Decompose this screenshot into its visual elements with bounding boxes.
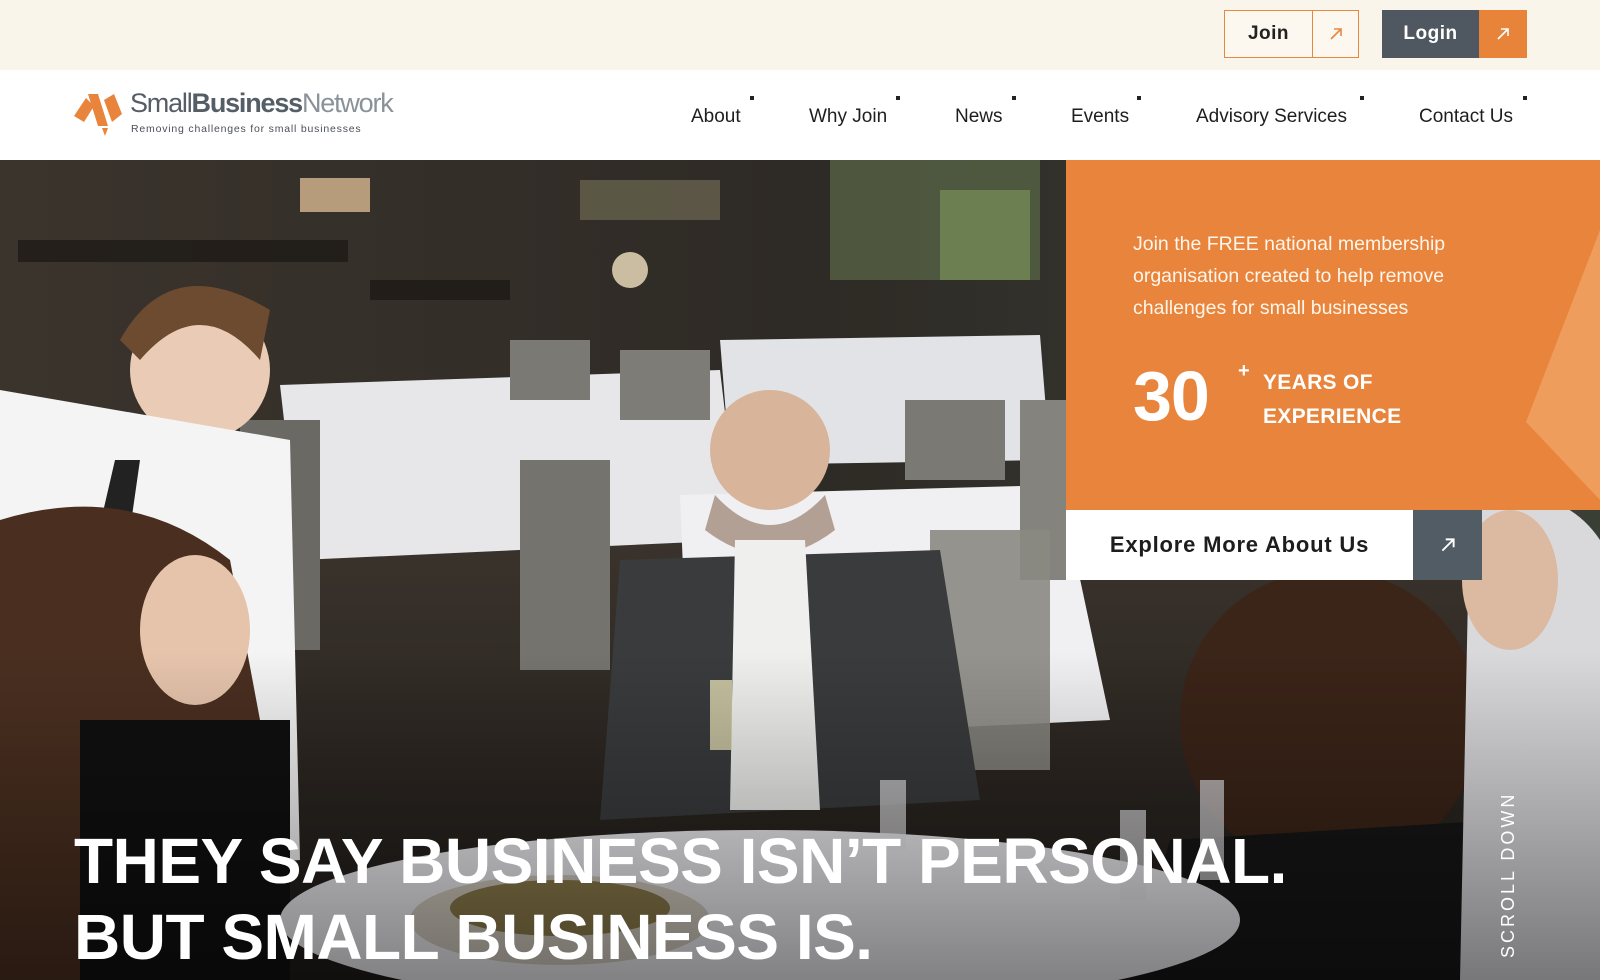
hero-section: Join the FREE national membership organi… xyxy=(0,160,1600,980)
nav-dot xyxy=(1523,96,1527,100)
arrow-up-right-icon xyxy=(1479,10,1527,58)
hero-headline-line1: THEY SAY BUSINESS ISN’T PERSONAL. xyxy=(74,825,1287,897)
nav-item-contact-us[interactable]: Contact Us xyxy=(1419,106,1513,128)
logo-word-small: Small xyxy=(130,88,193,118)
nav-dot xyxy=(896,96,900,100)
nav-dot xyxy=(1360,96,1364,100)
logo-wordmark: SmallBusinessNetwork xyxy=(130,88,394,119)
explore-more-label: Explore More About Us xyxy=(1066,510,1413,580)
membership-panel: Join the FREE national membership organi… xyxy=(1066,160,1600,510)
arrow-up-right-icon xyxy=(1312,11,1358,57)
join-button-label: Join xyxy=(1247,23,1290,44)
logo-tagline: Removing challenges for small businesses xyxy=(131,123,362,135)
logo-word-business: Business xyxy=(191,88,304,118)
hero-headline: THEY SAY BUSINESS ISN’T PERSONAL. BUT SM… xyxy=(74,823,1287,975)
nav-item-about[interactable]: About xyxy=(691,106,741,128)
membership-description: Join the FREE national membership organi… xyxy=(1133,233,1446,319)
top-utility-bar: Join Login xyxy=(0,0,1600,70)
join-button[interactable]: Join xyxy=(1224,10,1359,58)
stat-number: 30 xyxy=(1133,357,1210,435)
nav-dot xyxy=(750,96,754,100)
hero-headline-line2: BUT SMALL BUSINESS IS. xyxy=(74,901,873,973)
nav-item-news[interactable]: News xyxy=(955,106,1003,128)
login-button-label: Login xyxy=(1382,10,1479,58)
login-button[interactable]: Login xyxy=(1382,10,1527,58)
nav-item-why-join[interactable]: Why Join xyxy=(809,106,887,128)
nav-item-advisory-services[interactable]: Advisory Services xyxy=(1196,106,1347,128)
explore-more-button[interactable]: Explore More About Us xyxy=(1066,510,1482,580)
stat-label-line1: YEARS OF xyxy=(1263,371,1373,394)
nav-dot xyxy=(1137,96,1141,100)
nav-dot xyxy=(1012,96,1016,100)
site-logo[interactable]: SmallBusinessNetwork Removing challenges… xyxy=(74,88,394,144)
arrow-up-right-icon xyxy=(1413,510,1482,580)
stat-label: YEARS OF EXPERIENCE xyxy=(1263,366,1401,434)
stat-plus: + xyxy=(1238,360,1250,382)
logo-word-network: Network xyxy=(301,88,394,118)
nav-item-events[interactable]: Events xyxy=(1071,106,1129,128)
stat-label-line2: EXPERIENCE xyxy=(1263,405,1402,428)
logo-mark-icon xyxy=(74,94,122,136)
main-navbar: SmallBusinessNetwork Removing challenges… xyxy=(0,70,1600,160)
panel-corner-shape xyxy=(1526,230,1600,500)
scroll-down-link[interactable]: SCROLL DOWN xyxy=(1498,792,1519,958)
